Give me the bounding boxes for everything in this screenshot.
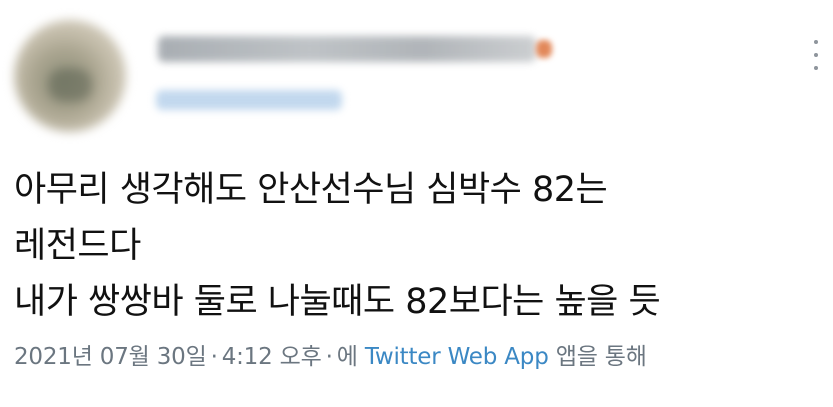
more-dot xyxy=(814,66,818,70)
meta-separator: · xyxy=(210,344,218,370)
tweet-meta: 2021년 07월 30일 · 4:12 오후 · 에 Twitter Web App … xyxy=(14,340,647,374)
tweet-text-line: 내가 쌍쌍바 둘로 나눌때도 82보다는 높을 듯 xyxy=(14,282,661,322)
more-dot xyxy=(814,53,818,57)
author-handle-blurred[interactable] xyxy=(156,90,342,110)
tweet-date[interactable]: 2021년 07월 30일 xyxy=(14,344,207,370)
meta-separator: · xyxy=(325,344,333,370)
more-vertical-icon[interactable] xyxy=(806,36,826,76)
tweet-text-line: 레전드다 xyxy=(14,226,141,266)
name-emoji-icon xyxy=(536,40,552,58)
tweet-text: 아무리 생각해도 안산선수님 심박수 82는 레전드다 내가 쌍쌍바 둘로 나눌… xyxy=(14,162,814,330)
via-suffix: 앱을 통해 xyxy=(555,344,647,370)
author-display-name-blurred[interactable] xyxy=(158,36,536,62)
tweet-time[interactable]: 4:12 오후 xyxy=(222,344,322,370)
tweet-text-line: 아무리 생각해도 안산선수님 심박수 82는 xyxy=(14,170,608,210)
author-avatar[interactable] xyxy=(14,20,126,132)
via-prefix: 에 xyxy=(336,344,358,370)
source-link[interactable]: Twitter Web App xyxy=(365,344,549,370)
more-dot xyxy=(814,40,818,44)
tweet-card: 아무리 생각해도 안산선수님 심박수 82는 레전드다 내가 쌍쌍바 둘로 나눌… xyxy=(0,0,833,407)
